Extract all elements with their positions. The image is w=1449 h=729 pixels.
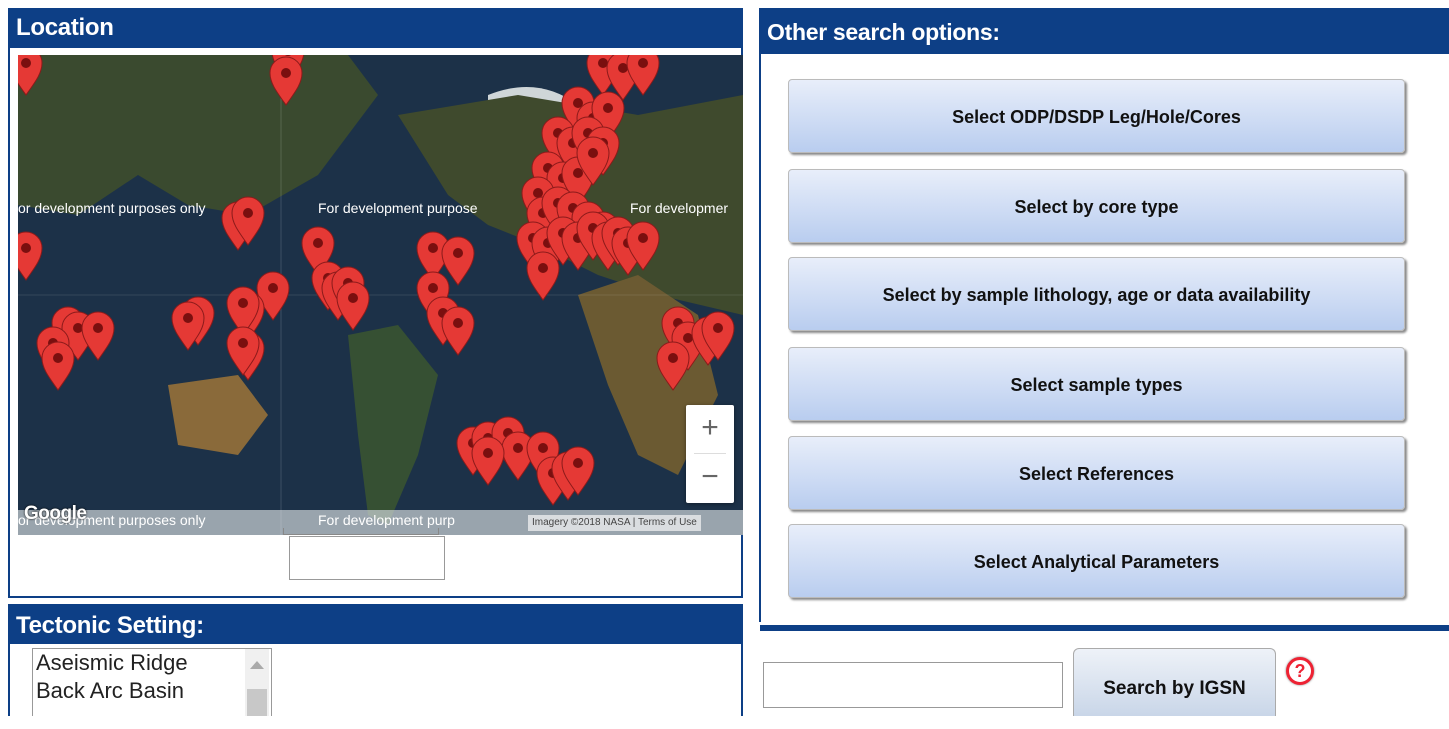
other-search-panel: Other search options: Select ODP/DSDP Le… (759, 8, 1449, 622)
section-divider (760, 625, 1449, 631)
map-attribution[interactable]: Imagery ©2018 NASA | Terms of Use (528, 515, 701, 531)
list-item[interactable]: Aseismic Ridge (33, 649, 271, 677)
location-input[interactable] (289, 536, 445, 580)
google-logo: Google (24, 503, 87, 524)
other-search-header: Other search options: (761, 10, 1449, 54)
select-analytical-parameters-button[interactable]: Select Analytical Parameters (788, 524, 1405, 598)
search-by-igsn-button[interactable]: Search by IGSN (1073, 648, 1276, 716)
select-leg-hole-cores-button[interactable]: Select ODP/DSDP Leg/Hole/Cores (788, 79, 1405, 153)
select-core-type-button[interactable]: Select by core type (788, 169, 1405, 243)
zoom-in-button[interactable]: + (686, 405, 734, 453)
dev-watermark: For development purpose (318, 200, 478, 216)
location-map[interactable]: or development purposes only For develop… (18, 55, 743, 535)
scroll-thumb[interactable] (247, 689, 267, 716)
help-icon[interactable]: ? (1286, 657, 1314, 685)
select-sample-types-button[interactable]: Select sample types (788, 347, 1405, 421)
igsn-search-input[interactable] (763, 662, 1063, 708)
list-scrollbar[interactable] (245, 649, 269, 716)
zoom-out-button[interactable]: − (686, 454, 734, 502)
map-imagery (18, 55, 743, 535)
select-lithology-button[interactable]: Select by sample lithology, age or data … (788, 257, 1405, 331)
scroll-up-icon[interactable] (250, 661, 264, 669)
tectonic-setting-list[interactable]: Aseismic Ridge Back Arc Basin (32, 648, 272, 716)
location-header: Location (10, 10, 741, 48)
dev-watermark: For developmer (630, 200, 729, 216)
zoom-control: + − (686, 405, 734, 503)
tectonic-header: Tectonic Setting: (10, 606, 741, 644)
location-panel: Location or development purposes only Fo… (8, 8, 743, 598)
select-references-button[interactable]: Select References (788, 436, 1405, 510)
map-scale-bar (283, 528, 439, 535)
dev-watermark: or development purposes only (18, 200, 206, 216)
dev-watermark: For development purp (318, 512, 455, 528)
list-item[interactable]: Back Arc Basin (33, 677, 271, 705)
